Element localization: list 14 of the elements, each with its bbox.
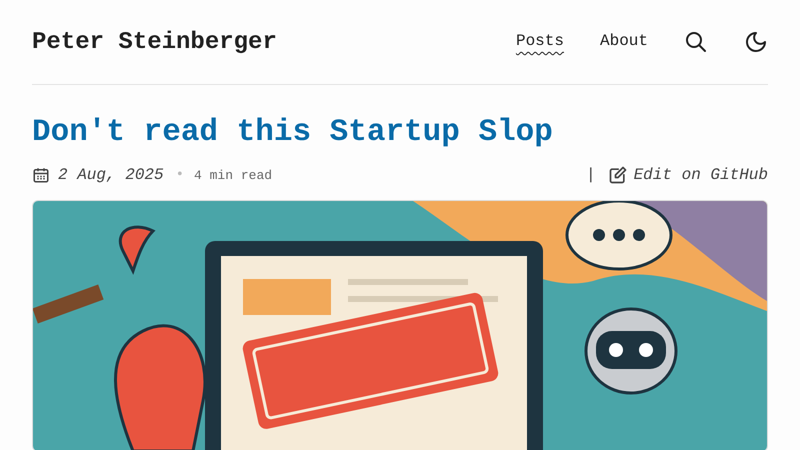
edit-link-text: Edit on GitHub <box>634 166 768 184</box>
edit-link[interactable]: Edit on GitHub <box>608 165 768 185</box>
divider-mark: | <box>586 166 596 184</box>
post-date: 2 Aug, 2025 <box>58 166 164 184</box>
nav-link[interactable]: About <box>600 32 648 52</box>
post-title: Don't read this Startup Slop <box>32 115 554 150</box>
pencil-icon <box>608 165 628 185</box>
nav-link[interactable]: Posts <box>516 32 564 52</box>
search-icon[interactable] <box>684 30 708 54</box>
reading-time: 4 min read <box>194 168 272 182</box>
separator-dot: • <box>176 167 184 183</box>
moon-icon[interactable] <box>744 30 768 54</box>
calendar-icon <box>32 166 50 184</box>
site-title-link[interactable]: Peter Steinberger <box>32 28 277 56</box>
